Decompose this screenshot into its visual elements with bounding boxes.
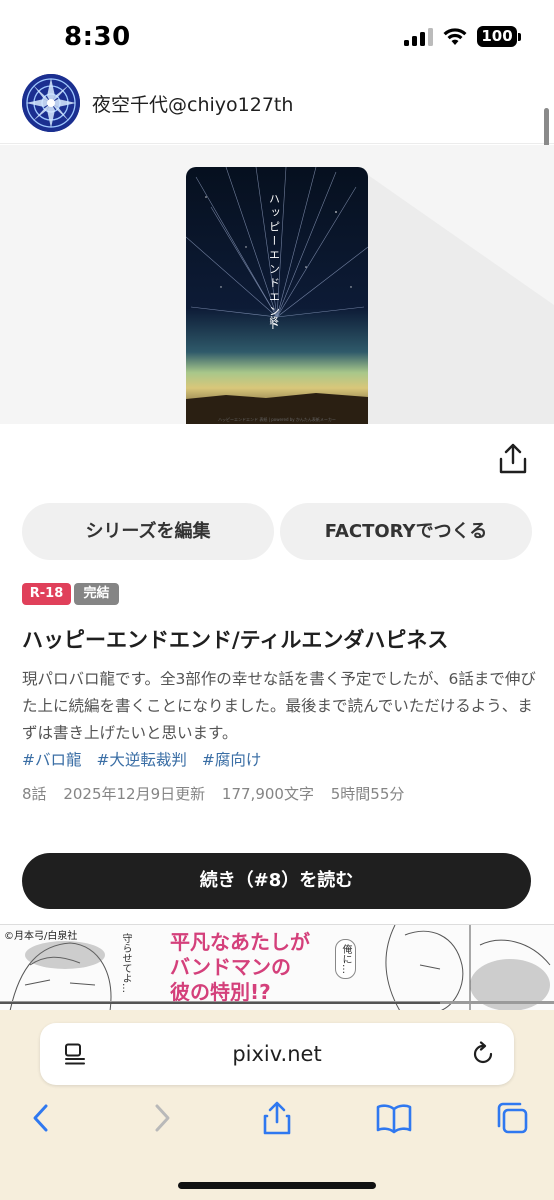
- series-title: ハッピーエンドエンド/ティルエンダハピネス: [22, 628, 449, 652]
- tag-list: #バロ龍 #大逆転裁判 #腐向け: [22, 748, 271, 770]
- ad-speech-bubble: 俺に…: [335, 939, 356, 979]
- tabs-icon[interactable]: [494, 1100, 530, 1136]
- battery-indicator: 100: [477, 26, 517, 47]
- tag-link[interactable]: #大逆転裁判: [96, 751, 187, 769]
- series-meta: 8話 2025年12月9日更新 177,900文字 5時間55分: [22, 783, 416, 804]
- status-time: 8:30: [64, 22, 131, 52]
- ad-headline-line: 平凡なあたしが: [170, 930, 310, 954]
- back-chevron-icon[interactable]: [24, 1100, 60, 1136]
- book-icon[interactable]: [376, 1100, 412, 1136]
- reading-time: 5時間55分: [330, 785, 405, 803]
- avatar[interactable]: [22, 74, 80, 132]
- ad-banner[interactable]: ©月本弓/白泉社 守らせてよ… 平凡なあたしが バンドマンの 彼の特別!? 俺に…: [0, 924, 554, 1010]
- ad-speech-bubble: 守らせてよ…: [120, 933, 131, 993]
- edit-series-button[interactable]: シリーズを編集: [22, 503, 274, 560]
- character-count: 177,900文字: [221, 785, 314, 803]
- share-icon[interactable]: [259, 1100, 295, 1136]
- cover-end-mark: 終: [269, 315, 278, 327]
- ad-headline: 平凡なあたしが バンドマンの 彼の特別!?: [170, 930, 310, 1005]
- episode-count: 8話: [22, 785, 47, 803]
- author-header: 夜空千代@chiyo127th: [0, 72, 554, 144]
- share-icon[interactable]: [497, 442, 529, 476]
- factory-button[interactable]: FACTORYでつくる: [280, 503, 532, 560]
- url-text[interactable]: pixiv.net: [40, 1023, 514, 1085]
- home-indicator: [178, 1182, 376, 1189]
- browser-toolbar: pixiv.net: [0, 1010, 554, 1200]
- status-badge: 完結: [74, 583, 119, 605]
- forward-chevron-icon[interactable]: [143, 1100, 179, 1136]
- reload-icon[interactable]: [470, 1041, 496, 1067]
- wifi-icon: [443, 28, 467, 45]
- cellular-signal-icon: [404, 28, 434, 46]
- continue-reading-button[interactable]: 続き（#8）を読む: [22, 853, 531, 909]
- cover-area: ハッピーエンドエンド 終 ハッピーエンドエンド 表紙 | powered by …: [0, 145, 554, 424]
- status-bar: 8:30 100: [0, 0, 554, 72]
- author-name[interactable]: 夜空千代@chiyo127th: [92, 90, 293, 117]
- cover-title: ハッピーエンドエンド: [268, 193, 281, 333]
- series-cover-image[interactable]: ハッピーエンドエンド 終 ハッピーエンドエンド 表紙 | powered by …: [186, 167, 368, 424]
- address-bar[interactable]: pixiv.net: [40, 1023, 514, 1085]
- tag-link[interactable]: #腐向け: [202, 751, 262, 769]
- series-description: 現パロバロ龍です。全3部作の幸せな話を書く予定でしたが、6話まで伸びた上に続編を…: [22, 670, 536, 742]
- tag-link[interactable]: #バロ龍: [22, 751, 82, 769]
- ad-headline-line: 彼の特別!?: [170, 980, 271, 1004]
- ad-copyright: ©月本弓/白泉社: [4, 931, 78, 942]
- cover-caption: ハッピーエンドエンド 表紙 | powered by かんたん表紙メーカー: [218, 416, 336, 422]
- rating-badge: R-18: [22, 583, 71, 605]
- updated-date: 2025年12月9日更新: [63, 785, 206, 803]
- battery-tip: [518, 33, 521, 41]
- ad-headline-line: バンドマンの: [170, 955, 291, 979]
